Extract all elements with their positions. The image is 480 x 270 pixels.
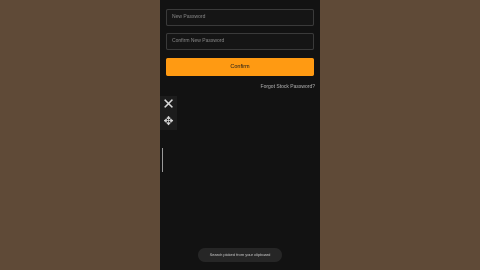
floating-control-panel: ✕ ✥ <box>160 96 177 130</box>
forgot-password-link[interactable]: Forgot Stock Password? <box>261 84 315 90</box>
phone-screen: New Password Confirm New Password Confir… <box>160 0 320 270</box>
confirm-button[interactable]: Confirm <box>166 58 314 76</box>
toast-message: Search picked from your clipboard <box>198 248 282 262</box>
new-password-field[interactable]: New Password <box>166 9 314 26</box>
scroll-indicator[interactable] <box>162 148 163 172</box>
screen: { "form": { "new_password_placeholder": … <box>0 0 480 270</box>
confirm-password-field[interactable]: Confirm New Password <box>166 33 314 50</box>
close-icon[interactable]: ✕ <box>161 96 176 113</box>
move-icon[interactable]: ✥ <box>161 113 176 129</box>
